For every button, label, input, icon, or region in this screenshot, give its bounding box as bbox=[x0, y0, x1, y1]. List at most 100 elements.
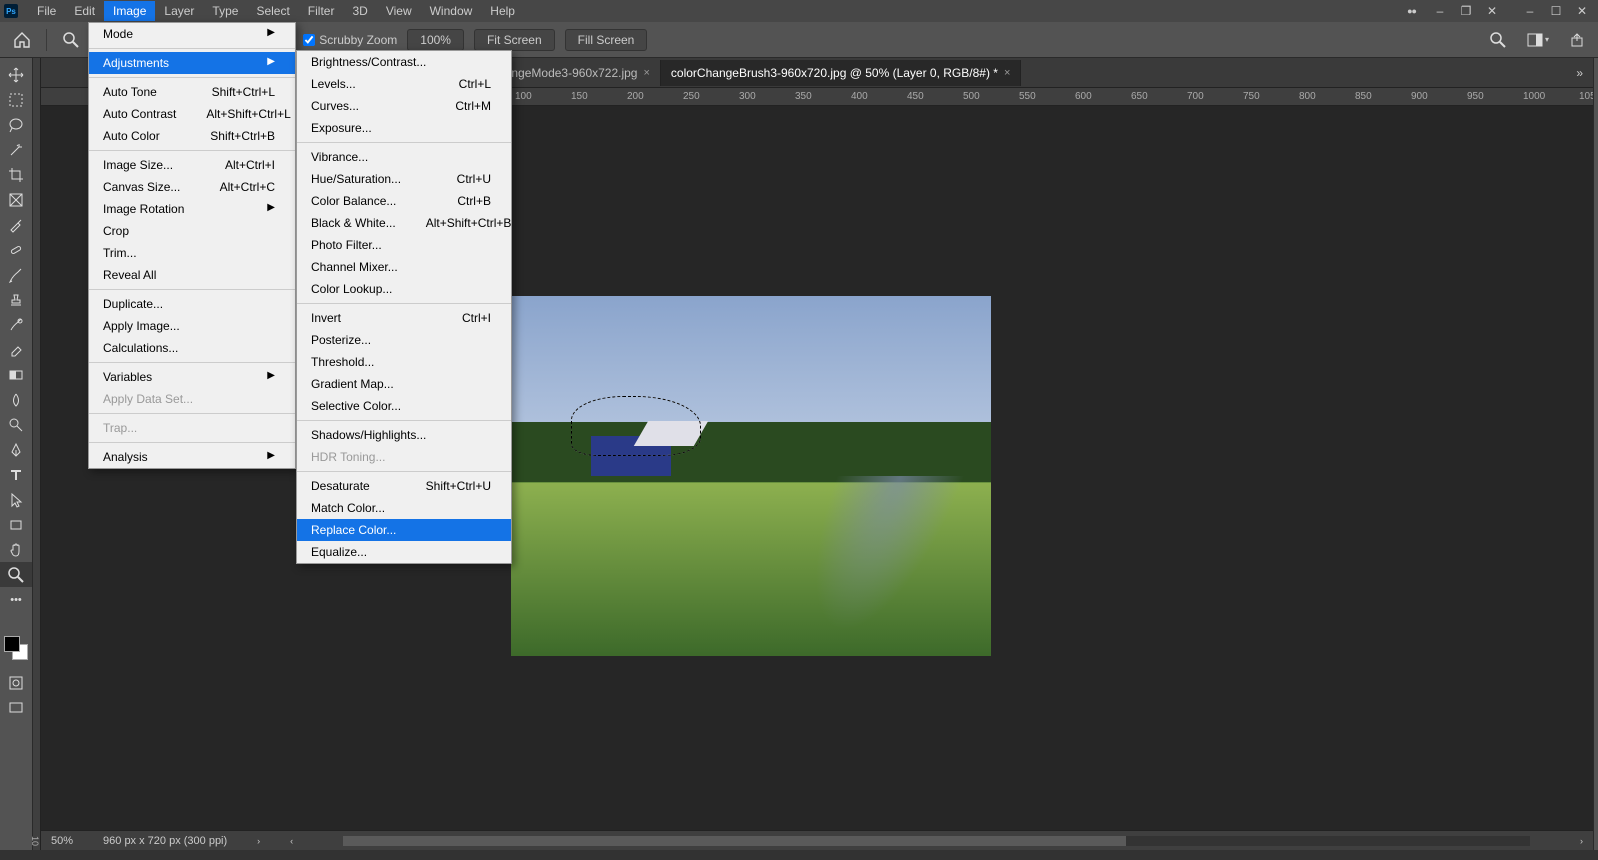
tool-path-select[interactable] bbox=[0, 487, 32, 512]
maximize-window-icon[interactable]: ☐ bbox=[1544, 4, 1568, 18]
cloud-status-icon[interactable]: ●● bbox=[1407, 6, 1416, 16]
menu-item[interactable]: Match Color... bbox=[297, 497, 511, 519]
workspace-switcher-icon[interactable]: ▾ bbox=[1526, 28, 1550, 52]
tool-heal[interactable] bbox=[0, 237, 32, 262]
tool-move[interactable] bbox=[0, 62, 32, 87]
canvas-image[interactable] bbox=[511, 296, 991, 656]
zoom-100-button[interactable]: 100% bbox=[407, 29, 464, 51]
close-tab-icon[interactable]: × bbox=[643, 67, 649, 79]
tool-brush[interactable] bbox=[0, 262, 32, 287]
scrubby-zoom-checkbox[interactable]: Scrubby Zoom bbox=[303, 33, 397, 47]
menu-edit[interactable]: Edit bbox=[65, 1, 104, 21]
menu-item[interactable]: Vibrance... bbox=[297, 146, 511, 168]
tool-frame[interactable] bbox=[0, 187, 32, 212]
tool-stamp[interactable] bbox=[0, 287, 32, 312]
menu-item[interactable]: Black & White...Alt+Shift+Ctrl+B bbox=[297, 212, 511, 234]
scroll-right-icon[interactable]: › bbox=[1580, 836, 1583, 846]
scroll-left-icon[interactable]: ‹ bbox=[290, 836, 293, 846]
menu-item[interactable]: Image Size...Alt+Ctrl+I bbox=[89, 154, 295, 176]
menu-item[interactable]: Selective Color... bbox=[297, 395, 511, 417]
close-tab-icon[interactable]: × bbox=[1004, 67, 1010, 79]
share-icon[interactable] bbox=[1566, 28, 1590, 52]
menu-item[interactable]: Analysis▶ bbox=[89, 446, 295, 468]
menu-item[interactable]: HDR Toning... bbox=[297, 446, 511, 468]
search-icon[interactable] bbox=[1486, 28, 1510, 52]
menu-item[interactable]: Calculations... bbox=[89, 337, 295, 359]
fill-screen-button[interactable]: Fill Screen bbox=[565, 29, 648, 51]
menu-item[interactable]: Crop bbox=[89, 220, 295, 242]
tool-eyedropper[interactable] bbox=[0, 212, 32, 237]
close-inner-icon[interactable]: ✕ bbox=[1480, 4, 1504, 18]
menu-item[interactable]: Apply Image... bbox=[89, 315, 295, 337]
menu-item[interactable]: Trap... bbox=[89, 417, 295, 439]
menu-item[interactable]: Adjustments▶ bbox=[89, 52, 295, 74]
tool-eraser[interactable] bbox=[0, 337, 32, 362]
menu-item[interactable]: Mode▶ bbox=[89, 23, 295, 45]
current-tool-zoom-icon[interactable] bbox=[57, 28, 85, 52]
menu-item[interactable]: Exposure... bbox=[297, 117, 511, 139]
menu-item[interactable]: Replace Color... bbox=[297, 519, 511, 541]
tool-more-icon[interactable]: ••• bbox=[0, 587, 32, 612]
document-tab[interactable]: colorChangeBrush3-960x720.jpg @ 50% (Lay… bbox=[661, 60, 1021, 86]
menu-item[interactable]: DesaturateShift+Ctrl+U bbox=[297, 475, 511, 497]
tool-wand[interactable] bbox=[0, 137, 32, 162]
fg-color-swatch[interactable] bbox=[4, 636, 20, 652]
menu-filter[interactable]: Filter bbox=[299, 1, 344, 21]
tool-blur[interactable] bbox=[0, 387, 32, 412]
menu-file[interactable]: File bbox=[28, 1, 65, 21]
menu-item[interactable]: Photo Filter... bbox=[297, 234, 511, 256]
menu-item[interactable]: Image Rotation▶ bbox=[89, 198, 295, 220]
tool-gradient[interactable] bbox=[0, 362, 32, 387]
menu-item[interactable]: Color Lookup... bbox=[297, 278, 511, 300]
menu-item[interactable]: Variables▶ bbox=[89, 366, 295, 388]
quickmask-icon[interactable] bbox=[0, 670, 32, 695]
tool-zoom[interactable] bbox=[0, 562, 32, 587]
menu-image[interactable]: Image bbox=[104, 1, 155, 21]
tool-lasso[interactable] bbox=[0, 112, 32, 137]
menu-view[interactable]: View bbox=[377, 1, 421, 21]
menu-item[interactable]: Trim... bbox=[89, 242, 295, 264]
close-window-icon[interactable]: ✕ bbox=[1570, 4, 1594, 18]
menu-item[interactable]: Apply Data Set... bbox=[89, 388, 295, 410]
home-button[interactable] bbox=[8, 28, 36, 52]
menu-item[interactable]: Channel Mixer... bbox=[297, 256, 511, 278]
menu-window[interactable]: Window bbox=[421, 1, 482, 21]
horizontal-scrollbar[interactable] bbox=[343, 836, 1530, 846]
menu-item[interactable]: Duplicate... bbox=[89, 293, 295, 315]
menu-select[interactable]: Select bbox=[247, 1, 298, 21]
tool-rectangle[interactable] bbox=[0, 512, 32, 537]
menu-item[interactable]: Posterize... bbox=[297, 329, 511, 351]
tool-type[interactable] bbox=[0, 462, 32, 487]
menu-item[interactable]: Equalize... bbox=[297, 541, 511, 563]
menu-item[interactable]: Reveal All bbox=[89, 264, 295, 286]
tool-marquee[interactable] bbox=[0, 87, 32, 112]
fit-screen-button[interactable]: Fit Screen bbox=[474, 29, 555, 51]
menu-item[interactable]: Hue/Saturation...Ctrl+U bbox=[297, 168, 511, 190]
menu-item[interactable]: Levels...Ctrl+L bbox=[297, 73, 511, 95]
menu-item[interactable]: Auto ContrastAlt+Shift+Ctrl+L bbox=[89, 103, 295, 125]
screenmode-icon[interactable] bbox=[0, 695, 32, 720]
minimize-inner-icon[interactable]: ‒ bbox=[1428, 4, 1452, 18]
status-chevron-icon[interactable]: › bbox=[257, 836, 260, 846]
menu-item[interactable]: Canvas Size...Alt+Ctrl+C bbox=[89, 176, 295, 198]
tabs-overflow-icon[interactable]: » bbox=[1566, 66, 1593, 80]
menu-item[interactable]: Color Balance...Ctrl+B bbox=[297, 190, 511, 212]
menu-help[interactable]: Help bbox=[481, 1, 524, 21]
restore-inner-icon[interactable]: ❐ bbox=[1454, 4, 1478, 18]
status-zoom[interactable]: 50% bbox=[51, 835, 73, 847]
menu-item[interactable]: Auto ToneShift+Ctrl+L bbox=[89, 81, 295, 103]
menu-item[interactable]: Auto ColorShift+Ctrl+B bbox=[89, 125, 295, 147]
menu-type[interactable]: Type bbox=[203, 1, 247, 21]
status-doc-info[interactable]: 960 px x 720 px (300 ppi) bbox=[103, 835, 227, 847]
menu-item[interactable]: Threshold... bbox=[297, 351, 511, 373]
tool-edit-toolbar[interactable] bbox=[0, 612, 32, 630]
tool-hand[interactable] bbox=[0, 537, 32, 562]
menu-item[interactable]: InvertCtrl+I bbox=[297, 307, 511, 329]
menu-item[interactable]: Gradient Map... bbox=[297, 373, 511, 395]
minimize-window-icon[interactable]: ‒ bbox=[1518, 4, 1542, 18]
menu-item[interactable]: Curves...Ctrl+M bbox=[297, 95, 511, 117]
menu-item[interactable]: Shadows/Highlights... bbox=[297, 424, 511, 446]
tool-history-brush[interactable] bbox=[0, 312, 32, 337]
tool-dodge[interactable] bbox=[0, 412, 32, 437]
tool-pen[interactable] bbox=[0, 437, 32, 462]
